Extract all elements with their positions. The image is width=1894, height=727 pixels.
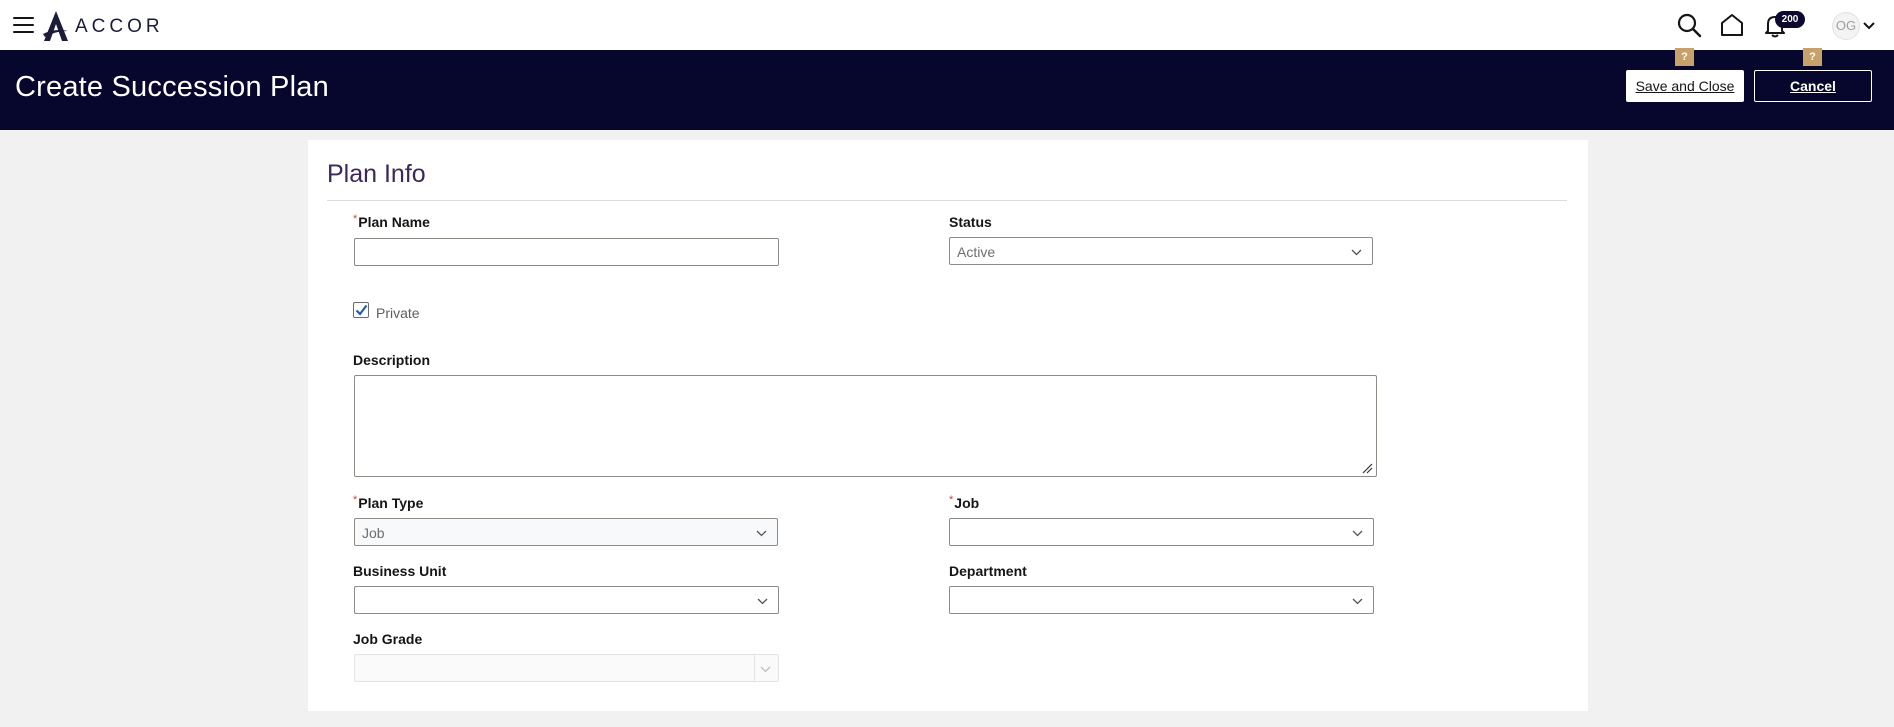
chevron-down-icon — [760, 666, 771, 673]
job-label: *Job — [949, 494, 980, 511]
page-title: Create Succession Plan — [15, 71, 329, 103]
save-and-close-button[interactable]: Save and Close — [1626, 70, 1744, 102]
description-textarea[interactable] — [354, 375, 1377, 477]
accor-logo[interactable]: ACCOR — [41, 10, 164, 42]
job-grade-select — [354, 654, 779, 682]
status-label: Status — [949, 214, 992, 230]
required-marker: * — [949, 494, 954, 506]
cancel-button[interactable]: Cancel — [1754, 70, 1872, 102]
job-grade-label: Job Grade — [353, 631, 423, 647]
plan-type-select[interactable]: Job — [354, 518, 778, 546]
chevron-down-icon[interactable] — [1863, 21, 1875, 30]
chevron-down-icon — [1352, 530, 1363, 537]
plan-name-label: *Plan Name — [353, 213, 430, 230]
chevron-down-icon — [757, 598, 768, 605]
save-and-close-label: Save and Close — [1635, 78, 1735, 94]
chevron-down-icon — [1352, 598, 1363, 605]
check-icon — [355, 304, 368, 316]
help-icon[interactable]: ? — [1803, 48, 1822, 66]
required-marker: * — [353, 213, 358, 225]
cancel-label: Cancel — [1790, 78, 1836, 94]
chevron-down-icon — [1351, 249, 1362, 256]
avatar[interactable]: OG — [1832, 12, 1860, 40]
description-label: Description — [353, 352, 431, 368]
section-title: Plan Info — [327, 160, 426, 188]
menu-icon[interactable] — [13, 17, 34, 33]
notification-badge: 200 — [1775, 11, 1805, 28]
status-value: Active — [957, 244, 996, 260]
required-marker: * — [353, 494, 358, 506]
top-bar: ACCOR 200 OG — [0, 0, 1894, 50]
home-icon[interactable] — [1719, 12, 1745, 38]
help-icon[interactable]: ? — [1675, 48, 1694, 66]
private-checkbox[interactable] — [353, 302, 369, 318]
accor-logo-mark-icon — [43, 11, 68, 41]
plan-name-label-text: Plan Name — [358, 214, 430, 230]
chevron-down-icon — [756, 530, 767, 537]
job-select[interactable] — [949, 518, 1374, 546]
logo-text: ACCOR — [75, 16, 164, 37]
resize-handle-icon[interactable] — [1361, 462, 1373, 474]
department-select[interactable] — [949, 586, 1374, 614]
job-label-text: Job — [954, 495, 980, 511]
search-icon[interactable] — [1676, 12, 1702, 38]
business-unit-select[interactable] — [354, 586, 779, 614]
plan-type-value: Job — [362, 525, 385, 541]
status-select[interactable]: Active — [949, 237, 1373, 265]
department-label: Department — [949, 563, 1027, 579]
plan-type-label-text: Plan Type — [358, 495, 424, 511]
private-label[interactable]: Private — [376, 305, 420, 321]
section-divider — [327, 200, 1567, 201]
plan-name-input[interactable] — [354, 238, 779, 266]
plan-type-label: *Plan Type — [353, 494, 424, 511]
business-unit-label: Business Unit — [353, 563, 447, 579]
